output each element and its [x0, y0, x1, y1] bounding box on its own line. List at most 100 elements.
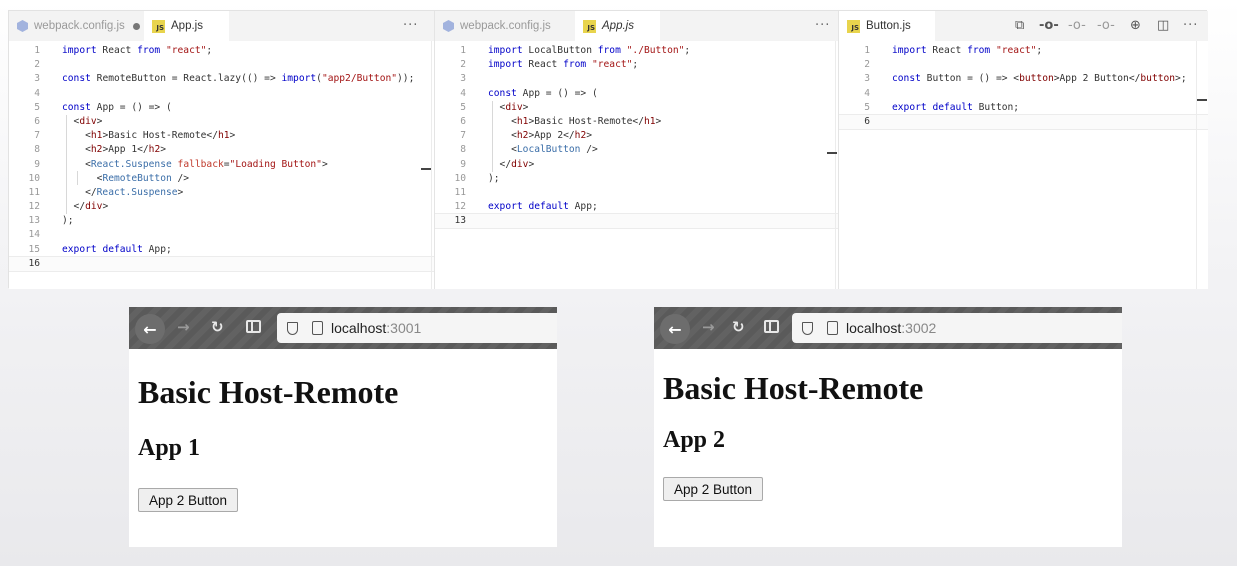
- line-number: 3: [34, 73, 40, 85]
- code-line[interactable]: 6: [839, 113, 1208, 131]
- line-number: 3: [864, 73, 870, 85]
- code-line[interactable]: 4: [9, 87, 434, 101]
- page-heading-h1: Basic Host-Remote: [138, 374, 399, 410]
- line-number: 8: [34, 144, 40, 156]
- scrollbar-track[interactable]: [835, 41, 836, 289]
- line-number: 3: [460, 73, 466, 85]
- overview-ruler-marker: [827, 152, 837, 154]
- js-file-icon: JS: [847, 19, 860, 33]
- tab-webpack-config[interactable]: webpack.config.js: [435, 11, 575, 41]
- editor-pane-remote-app: webpack.config.js JS App.js ··· 1 import …: [435, 11, 839, 289]
- browser-toolbar: ← → ↻ localhost :3002: [654, 307, 1122, 349]
- code-area[interactable]: 1 import React from "react"; 2 3 const Butto…: [839, 44, 1208, 131]
- code-area[interactable]: 1 import LocalButton from "./Button"; 2 imp…: [435, 44, 838, 230]
- app2-button[interactable]: App 2 Button: [138, 488, 239, 512]
- open-changes-icon[interactable]: ⊕: [1130, 18, 1141, 33]
- line-number: 12: [28, 201, 40, 213]
- code-line[interactable]: 5 <div>: [435, 101, 838, 115]
- forward-button[interactable]: →: [702, 318, 715, 336]
- code-line[interactable]: 1 import React from "react";: [9, 44, 434, 58]
- code-line[interactable]: 1 import LocalButton from "./Button";: [435, 44, 838, 58]
- scrollbar-track[interactable]: [431, 41, 432, 289]
- code-line[interactable]: 16: [9, 255, 434, 273]
- tab-bar: webpack.config.js JS App.js ···: [435, 11, 838, 41]
- app2-button[interactable]: App 2 Button: [663, 477, 764, 501]
- split-editor-icon[interactable]: ◫: [1157, 18, 1169, 33]
- reload-button[interactable]: ↻: [732, 318, 745, 336]
- code-line[interactable]: 11 </React.Suspense>: [9, 186, 434, 200]
- code-text: export default Button;: [892, 101, 1020, 113]
- code-line[interactable]: 12 </div>: [9, 200, 434, 214]
- scrollbar-track[interactable]: [1196, 41, 1197, 289]
- code-text: <div>: [62, 115, 103, 127]
- next-change-icon[interactable]: -o-: [1097, 18, 1115, 33]
- code-line[interactable]: 5 const App = () => (: [9, 101, 434, 115]
- compare-icon[interactable]: ⧉: [1015, 18, 1024, 33]
- shield-icon[interactable]: [802, 321, 813, 335]
- sidebar-toggle-icon[interactable]: [246, 320, 261, 333]
- overview-ruler-marker: [421, 168, 431, 170]
- code-line[interactable]: 2: [839, 58, 1208, 72]
- code-text: <h1>Basic Host-Remote</h1>: [488, 115, 662, 127]
- code-area[interactable]: 1 import React from "react"; 2 3 const Remot…: [9, 44, 434, 273]
- line-number: 16: [28, 257, 40, 269]
- code-line[interactable]: 5 export default Button;: [839, 101, 1208, 115]
- code-line[interactable]: 13);: [9, 214, 434, 228]
- tab-app-js[interactable]: JS App.js: [144, 11, 229, 41]
- more-actions-icon[interactable]: ···: [403, 18, 418, 33]
- code-line[interactable]: 3 const Button = () => <button>App 2 Butt…: [839, 72, 1208, 86]
- address-bar[interactable]: localhost :3002: [792, 313, 1122, 343]
- line-number: 1: [460, 45, 466, 56]
- code-line[interactable]: 9 <React.Suspense fallback="Loading Butt…: [9, 158, 434, 172]
- code-line[interactable]: 10 <RemoteButton />: [9, 172, 434, 186]
- reload-button[interactable]: ↻: [211, 318, 224, 336]
- back-button[interactable]: ←: [135, 314, 165, 344]
- tab-button-js[interactable]: JS Button.js: [839, 11, 935, 41]
- code-line[interactable]: 3 const RemoteButton = React.lazy(() => i…: [9, 72, 434, 86]
- url-port: :3001: [386, 320, 422, 336]
- js-file-icon: JS: [583, 19, 596, 33]
- code-line[interactable]: 8 <h2>App 1</h2>: [9, 143, 434, 157]
- address-bar[interactable]: localhost :3001: [277, 313, 557, 343]
- tab-bar: webpack.config.js JS App.js ···: [9, 11, 434, 41]
- more-actions-icon[interactable]: ···: [1183, 18, 1198, 33]
- more-actions-icon[interactable]: ···: [815, 18, 830, 33]
- commit-icon[interactable]: -o-: [1039, 18, 1059, 33]
- code-line[interactable]: 9 </div>: [435, 158, 838, 172]
- page-icon: [312, 321, 323, 335]
- code-line[interactable]: 4 const App = () => (: [435, 87, 838, 101]
- tab-label: App.js: [602, 20, 634, 32]
- code-line[interactable]: 1 import React from "react";: [839, 44, 1208, 58]
- code-line[interactable]: 15 export default App;: [9, 243, 434, 257]
- code-line[interactable]: 7 <h2>App 2</h2>: [435, 129, 838, 143]
- code-line[interactable]: 4: [839, 87, 1208, 101]
- code-line[interactable]: 3: [435, 72, 838, 86]
- code-line[interactable]: 14: [9, 228, 434, 242]
- code-line[interactable]: 7 <h1>Basic Host-Remote</h1>: [9, 129, 434, 143]
- sidebar-toggle-icon[interactable]: [764, 320, 779, 333]
- tab-app-js[interactable]: JS App.js: [575, 11, 660, 41]
- forward-button[interactable]: →: [177, 318, 190, 336]
- code-line[interactable]: 11: [435, 186, 838, 200]
- code-text: </div>: [488, 158, 535, 170]
- line-number: 5: [864, 101, 870, 113]
- line-number: 9: [460, 158, 466, 170]
- shield-icon[interactable]: [287, 321, 298, 335]
- line-number: 10: [28, 172, 40, 184]
- code-line[interactable]: 13: [435, 213, 838, 230]
- back-button[interactable]: ←: [660, 314, 690, 344]
- line-number: 6: [864, 115, 870, 127]
- code-text: import React from "react";: [62, 45, 213, 56]
- code-line[interactable]: 6 <div>: [9, 115, 434, 129]
- previous-change-icon[interactable]: -o-: [1068, 18, 1086, 33]
- code-text: <h2>App 1</h2>: [62, 144, 167, 156]
- code-line[interactable]: 10);: [435, 172, 838, 186]
- code-line[interactable]: 12 export default App;: [435, 200, 838, 214]
- code-line[interactable]: 2 import React from "react";: [435, 58, 838, 72]
- code-line[interactable]: 8 <LocalButton />: [435, 143, 838, 157]
- code-text: const App = () => (: [62, 101, 172, 113]
- tab-webpack-config[interactable]: webpack.config.js: [9, 11, 144, 41]
- indent-guide: [77, 171, 78, 185]
- code-line[interactable]: 6 <h1>Basic Host-Remote</h1>: [435, 115, 838, 129]
- code-line[interactable]: 2: [9, 58, 434, 72]
